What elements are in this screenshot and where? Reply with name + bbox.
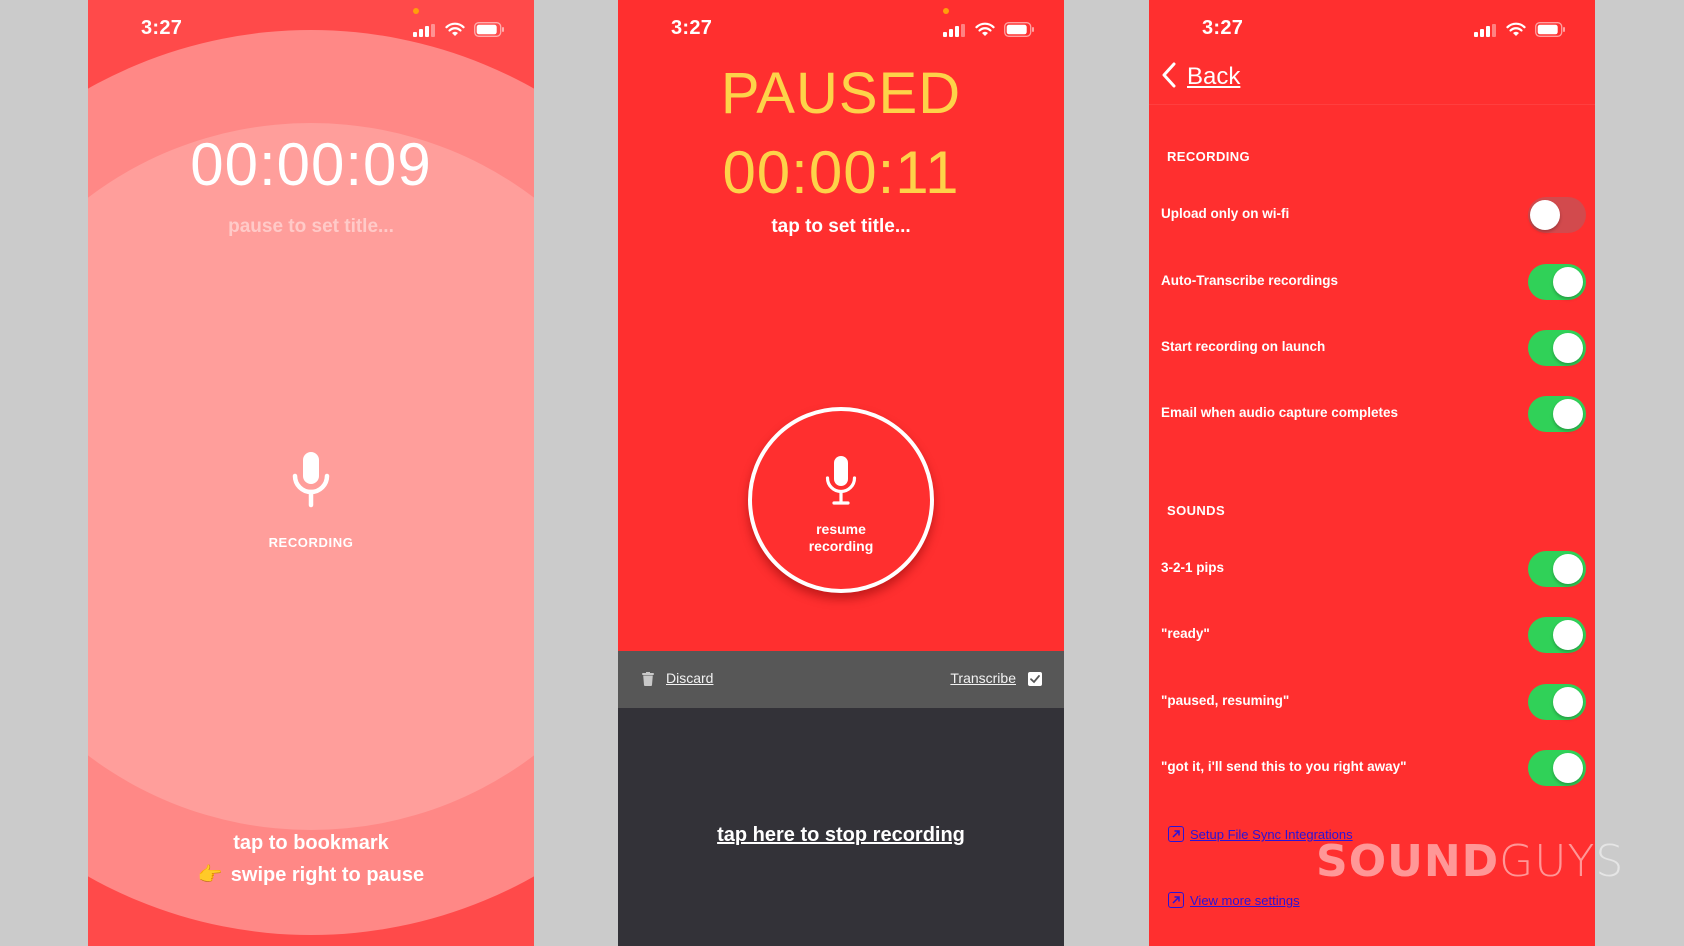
more-settings-link-label: View more settings — [1190, 893, 1300, 908]
external-link-icon — [1168, 826, 1184, 842]
mic-indicator-dot — [413, 8, 419, 14]
battery-icon — [1535, 22, 1565, 37]
watermark-light: GUYS — [1499, 836, 1625, 887]
setting-label: Upload only on wi-fi — [1161, 206, 1290, 221]
external-link-icon — [1168, 892, 1184, 908]
toggle-start-on-launch[interactable] — [1528, 330, 1586, 366]
swipe-pause-text: swipe right to pause — [230, 864, 425, 886]
more-settings-link[interactable]: View more settings — [1168, 892, 1300, 908]
toggle-knob — [1553, 753, 1583, 783]
setting-row: Start recording on launch — [1149, 328, 1595, 368]
toggle-knob — [1553, 687, 1583, 717]
phone-screen-settings: 3:27 Back RECORDING Upload only on wi-fi… — [1149, 0, 1595, 946]
toggle-email-on-complete[interactable] — [1528, 396, 1586, 432]
microphone-icon — [292, 452, 330, 508]
toggle-knob — [1553, 399, 1583, 429]
setting-row: Upload only on wi-fi — [1149, 195, 1595, 235]
setting-label: "ready" — [1161, 626, 1210, 641]
cellular-signal-icon — [413, 24, 435, 37]
transcribe-label[interactable]: Transcribe — [950, 670, 1016, 686]
stop-recording-button[interactable]: tap here to stop recording — [618, 824, 1064, 847]
recording-timer: 00:00:09 — [190, 131, 432, 198]
battery-icon — [474, 22, 504, 37]
setting-row: Email when audio capture completes — [1149, 394, 1595, 434]
microphone-icon — [825, 456, 857, 505]
status-time: 3:27 — [1202, 17, 1244, 39]
phone-screen-paused: 3:27 PAUSED 00:00:11 tap to set title...… — [618, 0, 1064, 946]
toggle-got-it-sound[interactable] — [1528, 750, 1586, 786]
status-time: 3:27 — [671, 17, 713, 39]
setting-label: 3-2-1 pips — [1161, 560, 1225, 575]
toggle-paused-resuming-sound[interactable] — [1528, 684, 1586, 720]
wifi-icon — [1506, 22, 1526, 36]
setting-label: "got it, i'll send this to you right awa… — [1161, 759, 1407, 774]
setting-row: "paused, resuming" — [1149, 682, 1595, 722]
setting-label: Email when audio capture completes — [1161, 405, 1399, 420]
cellular-signal-icon — [1474, 24, 1496, 37]
setting-row: "got it, i'll send this to you right awa… — [1149, 748, 1595, 788]
toggle-knob — [1553, 620, 1583, 650]
wifi-icon — [445, 22, 465, 36]
resume-recording-button[interactable]: resume recording — [748, 407, 934, 593]
toggle-knob — [1530, 200, 1560, 230]
mic-indicator-dot — [943, 8, 949, 14]
nav-bar: Back — [1149, 50, 1595, 105]
setting-label: "paused, resuming" — [1161, 693, 1290, 708]
recording-status-label: RECORDING — [268, 535, 354, 550]
trash-icon[interactable] — [642, 672, 654, 686]
setting-label: Start recording on launch — [1161, 339, 1326, 354]
watermark-bold: SOUND — [1316, 836, 1500, 887]
cellular-signal-icon — [943, 24, 965, 37]
toggle-knob — [1553, 554, 1583, 584]
transcribe-checkbox[interactable] — [1028, 672, 1042, 686]
pointing-hand-icon: 👉 — [197, 864, 223, 886]
resume-recording-label: resume recording — [752, 521, 930, 555]
swipe-pause-hint: 👉 swipe right to pause — [88, 862, 534, 887]
wifi-icon — [975, 22, 995, 36]
resume-label-line-2: recording — [808, 538, 874, 554]
back-button[interactable]: Back — [1187, 63, 1240, 91]
battery-icon — [1004, 22, 1034, 37]
paused-status-heading: PAUSED — [720, 61, 962, 126]
setting-label: Auto-Transcribe recordings — [1161, 273, 1339, 288]
toggle-auto-transcribe[interactable] — [1528, 264, 1586, 300]
toggle-pips[interactable] — [1528, 551, 1586, 587]
setting-row: 3-2-1 pips — [1149, 549, 1595, 589]
section-header-recording: RECORDING — [1167, 149, 1251, 164]
paused-timer: 00:00:11 — [722, 139, 960, 206]
action-bar: Discard Transcribe — [618, 651, 1064, 708]
setting-row: Auto-Transcribe recordings — [1149, 262, 1595, 302]
phone-screen-recording: 3:27 00:00:09 pause to set title... RECO… — [88, 0, 534, 946]
checkmark-icon — [1030, 675, 1040, 684]
bookmark-hint: tap to bookmark — [233, 832, 389, 854]
status-time: 3:27 — [141, 17, 183, 39]
soundguys-watermark: SOUNDGUYS — [1316, 836, 1624, 887]
toggle-ready-sound[interactable] — [1528, 617, 1586, 653]
set-title-hint: pause to set title... — [228, 216, 394, 237]
status-bar: 3:27 — [88, 0, 534, 60]
section-header-sounds: SOUNDS — [1167, 503, 1226, 518]
discard-button[interactable]: Discard — [666, 670, 713, 686]
toggle-knob — [1553, 267, 1583, 297]
toggle-knob — [1553, 333, 1583, 363]
chevron-left-icon[interactable] — [1161, 62, 1177, 88]
resume-label-line-1: resume — [816, 521, 866, 537]
setting-row: "ready" — [1149, 615, 1595, 655]
toggle-upload-wifi[interactable] — [1528, 197, 1586, 233]
set-title-button[interactable]: tap to set title... — [618, 216, 1064, 238]
status-bar: 3:27 — [618, 0, 1064, 60]
